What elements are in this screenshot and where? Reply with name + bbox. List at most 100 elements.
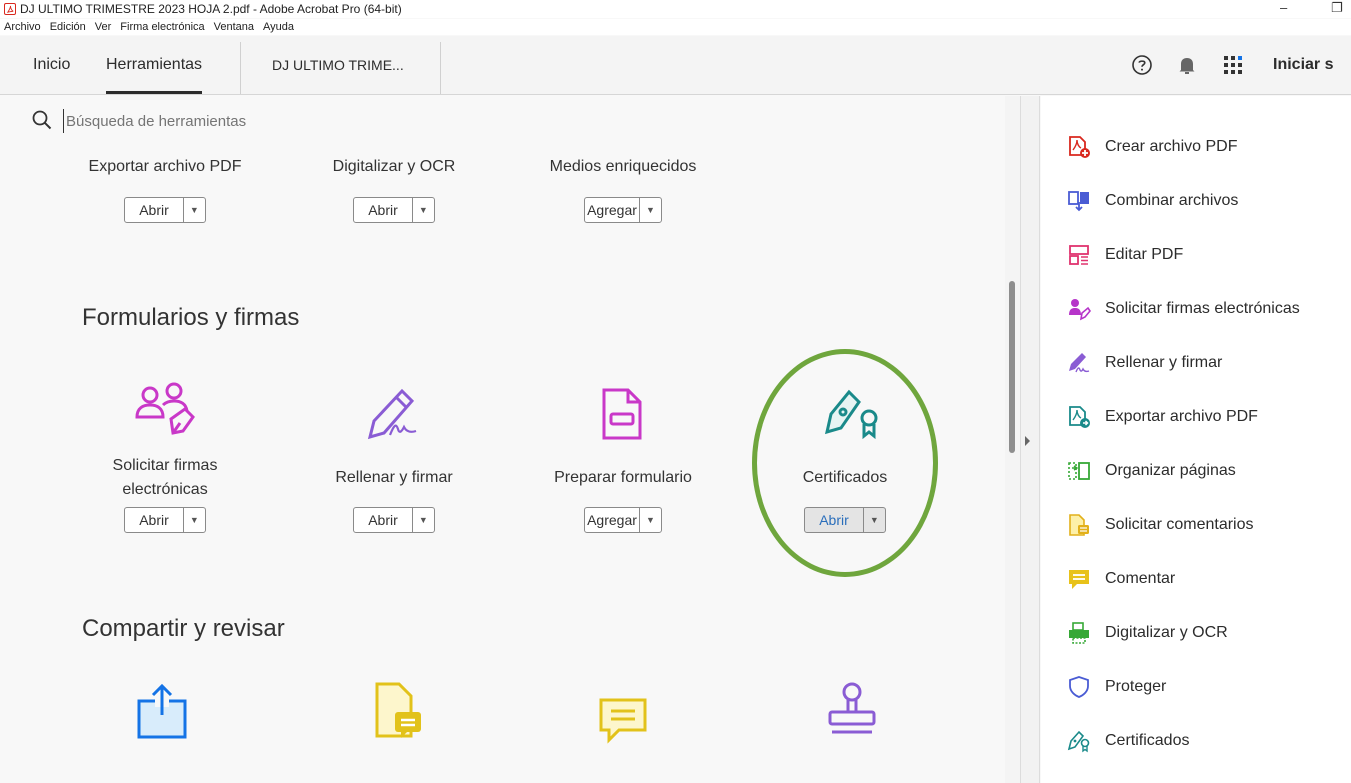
collapse-pane-arrow-icon[interactable] [1025,436,1030,446]
tool-label: Medios enriquecidos [549,158,697,175]
tool-label: electrónicas [122,481,208,498]
fill-sign-icon[interactable] [366,385,428,446]
search-icon [31,109,53,136]
pane-item-organize-pages[interactable]: Organizar páginas [1067,456,1236,486]
share-icon[interactable] [135,683,189,746]
dropdown-arrow-icon[interactable]: ▼ [638,198,661,222]
tool-rich-media: Medios enriquecidos Agregar ▼ [523,155,723,223]
scan-ocr-icon [1067,621,1091,645]
edit-pdf-icon [1067,243,1091,267]
add-button[interactable]: Agregar ▼ [584,197,662,223]
section-heading-forms: Formularios y firmas [82,304,300,331]
window-title: DJ ULTIMO TRIMESTRE 2023 HOJA 2.pdf - Ad… [20,2,402,16]
open-button[interactable]: Abrir ▼ [124,507,206,533]
comment-icon[interactable] [597,696,649,749]
dropdown-arrow-icon[interactable]: ▼ [411,508,434,532]
pane-item-fill-sign[interactable]: Rellenar y firmar [1067,348,1222,378]
certificates-icon [1067,729,1091,753]
menu-archivo[interactable]: Archivo [4,21,41,33]
open-button[interactable]: Abrir ▼ [804,507,886,533]
pane-item-label: Rellenar y firmar [1105,354,1223,371]
dropdown-arrow-icon[interactable]: ▼ [411,198,434,222]
menu-ver[interactable]: Ver [95,21,112,33]
acrobat-logo-icon [4,3,16,15]
tab-home[interactable]: Inicio [33,36,70,94]
tab-document[interactable]: DJ ULTIMO TRIME... [272,36,404,94]
pane-item-label: Crear archivo PDF [1105,138,1238,155]
comment-icon [1067,567,1091,591]
notifications-bell-icon[interactable] [1178,36,1196,94]
pane-item-request-comments[interactable]: Solicitar comentarios [1067,510,1254,540]
create-pdf-icon [1067,135,1091,159]
help-icon[interactable] [1131,36,1153,94]
dropdown-arrow-icon[interactable]: ▼ [182,508,205,532]
right-pane-divider[interactable] [1020,96,1040,783]
section-heading-share: Compartir y revisar [82,615,285,642]
tool-label: Exportar archivo PDF [88,158,242,175]
pane-item-certificates[interactable]: Certificados [1067,726,1189,756]
pane-item-label: Exportar archivo PDF [1105,408,1258,425]
combine-files-icon [1067,189,1091,213]
prepare-form-icon[interactable] [600,386,644,447]
request-esign-icon [1067,297,1091,321]
tab-separator [240,42,241,94]
tool-label: Rellenar y firmar [335,469,453,486]
dropdown-arrow-icon[interactable]: ▼ [862,508,885,532]
scrollbar-thumb[interactable] [1009,281,1015,453]
menu-edicion[interactable]: Edición [50,21,86,33]
request-signatures-icon[interactable] [133,381,199,444]
request-comments-icon[interactable] [373,680,425,747]
tool-label: Preparar formulario [554,469,692,486]
tools-center: Exportar archivo PDF Abrir ▼ Digitalizar … [0,148,1005,783]
pane-item-label: Combinar archivos [1105,192,1239,209]
tool-certificates: Certificados Abrir ▼ [745,466,945,533]
pane-item-label: Editar PDF [1105,246,1184,263]
window-titlebar: DJ ULTIMO TRIMESTRE 2023 HOJA 2.pdf - Ad… [0,0,1351,18]
menu-ventana[interactable]: Ventana [214,21,254,33]
pane-item-comment[interactable]: Comentar [1067,564,1175,594]
pane-item-label: Comentar [1105,570,1176,587]
pane-item-label: Certificados [1105,732,1190,749]
tab-bar: Inicio Herramientas DJ ULTIMO TRIME... I… [0,36,1351,95]
tool-request-signatures: Solicitar firmas electrónicas Abrir ▼ [65,454,265,533]
tool-search-input[interactable] [63,109,563,133]
dropdown-arrow-icon[interactable]: ▼ [182,198,205,222]
pane-item-protect[interactable]: Proteger [1067,672,1166,702]
pane-item-combine-files[interactable]: Combinar archivos [1067,186,1238,216]
stamp-icon[interactable] [826,680,878,747]
open-button[interactable]: Abrir ▼ [353,197,435,223]
apps-grid-icon[interactable] [1222,36,1244,94]
pane-item-scan-ocr[interactable]: Digitalizar y OCR [1067,618,1228,648]
tool-scan-ocr: Digitalizar y OCR Abrir ▼ [294,155,494,223]
tool-fill-sign: Rellenar y firmar Abrir ▼ [294,466,494,533]
certificates-icon[interactable] [823,384,881,445]
pane-item-request-esign[interactable]: Solicitar firmas electrónicas [1067,294,1300,324]
pane-item-export-pdf[interactable]: Exportar archivo PDF [1067,402,1258,432]
pane-item-create-pdf[interactable]: Crear archivo PDF [1067,132,1237,162]
restore-button[interactable]: ❐ [1331,0,1343,16]
sign-in-button[interactable]: Iniciar s [1273,36,1333,94]
pane-item-edit-pdf[interactable]: Editar PDF [1067,240,1183,270]
pane-item-label: Digitalizar y OCR [1105,624,1228,641]
right-tools-pane: Crear archivo PDF Combinar archivos Edit… [1041,96,1351,783]
pane-item-label: Organizar páginas [1105,462,1236,479]
export-pdf-icon [1067,405,1091,429]
add-button[interactable]: Agregar ▼ [584,507,662,533]
pane-item-label: Solicitar firmas electrónicas [1105,300,1300,317]
tool-label: Digitalizar y OCR [332,158,456,175]
tab-separator [440,42,441,94]
minimize-button[interactable]: – [1280,0,1287,15]
open-button[interactable]: Abrir ▼ [124,197,206,223]
menu-ayuda[interactable]: Ayuda [263,21,294,33]
dropdown-arrow-icon[interactable]: ▼ [638,508,661,532]
fill-sign-icon [1067,351,1091,375]
open-button[interactable]: Abrir ▼ [353,507,435,533]
pane-item-label: Solicitar comentarios [1105,516,1254,533]
tool-export-pdf: Exportar archivo PDF Abrir ▼ [65,155,265,223]
request-comments-icon [1067,513,1091,537]
tab-tools[interactable]: Herramientas [106,36,203,94]
menu-bar: Archivo Edición Ver Firma electrónica Ve… [0,19,1351,35]
tool-label: Solicitar firmas [112,457,218,474]
tool-prepare-form: Preparar formulario Agregar ▼ [523,466,723,533]
menu-firma-electronica[interactable]: Firma electrónica [120,21,204,33]
